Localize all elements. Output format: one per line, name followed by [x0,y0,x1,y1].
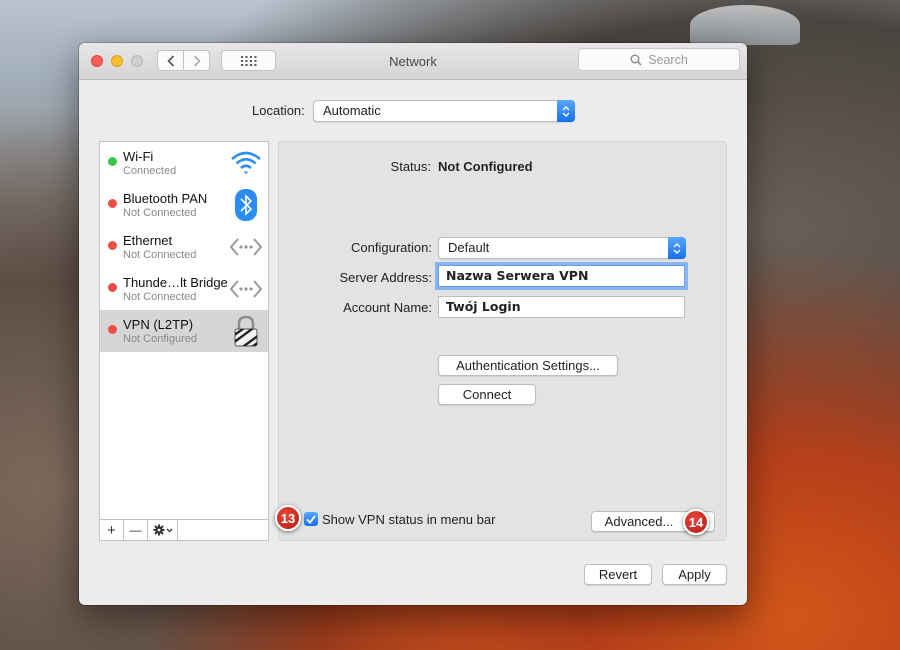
status-dot [108,199,117,208]
add-service-button[interactable]: + [100,520,124,540]
updown-chevron-icon [557,100,575,122]
service-name: Ethernet [123,233,173,248]
service-name: Thunde…lt Bridge [123,275,228,290]
apply-button[interactable]: Apply [662,564,727,585]
bluetooth-icon [230,189,262,221]
service-item-wifi[interactable]: Wi-Fi Connected [100,142,268,184]
status-dot [108,325,117,334]
annotation-badge-13: 13 [275,505,301,531]
service-status: Connected [123,165,177,177]
checkmark-icon [306,514,316,524]
status-value: Not Configured [438,159,533,174]
network-preferences-window: Network Search Location: Automatic Wi-Fi… [79,43,747,605]
service-name: Bluetooth PAN [123,191,208,206]
location-value: Automatic [323,103,381,118]
authentication-settings-button[interactable]: Authentication Settings... [438,355,618,376]
updown-chevron-icon [668,237,686,259]
show-vpn-status-checkbox[interactable] [304,512,318,526]
service-item-ethernet[interactable]: Ethernet Not Connected [100,226,268,268]
service-status: Not Connected [123,249,197,261]
configuration-popup[interactable]: Default [438,237,686,259]
advanced-button-label: Advanced... [604,514,674,529]
wallpaper-snowcap [690,5,800,45]
location-popup[interactable]: Automatic [313,100,575,122]
service-item-bluetooth-pan[interactable]: Bluetooth PAN Not Connected [100,184,268,226]
service-status: Not Connected [123,207,197,219]
server-address-label: Server Address: [339,270,433,285]
configuration-value: Default [448,240,490,255]
service-status: Not Configured [123,333,197,345]
account-name-label: Account Name: [343,300,432,315]
remove-service-button[interactable]: — [124,520,148,540]
service-name: Wi-Fi [123,149,154,164]
revert-button[interactable]: Revert [584,564,652,585]
minus-icon: — [129,523,142,537]
status-dot [108,241,117,250]
vpn-lock-icon [230,315,262,347]
title-bar: Network Search [79,43,747,80]
annotation-badge-14: 14 [683,509,709,535]
service-item-vpn-l2tp[interactable]: VPN (L2TP) Not Configured [100,310,268,352]
detail-panel [278,141,727,541]
thunderbolt-bridge-icon [230,273,262,305]
account-name-field[interactable]: Twój Login [438,296,685,318]
status-dot [108,283,117,292]
search-icon [630,54,642,66]
service-item-thunderbolt-bridge[interactable]: Thunde…lt Bridge Not Connected [100,268,268,310]
server-address-field[interactable]: Nazwa Serwera VPN [438,265,685,287]
status-label: Status: [390,159,431,174]
gear-icon [153,524,172,536]
search-field[interactable]: Search [578,48,740,71]
ethernet-icon [230,231,262,263]
service-name: VPN (L2TP) [123,317,194,332]
plus-icon: + [107,521,116,539]
wifi-icon [230,147,262,179]
connect-button[interactable]: Connect [438,384,536,405]
location-label: Location: [252,103,305,118]
service-list: Wi-Fi Connected Bluetooth PAN Not Connec… [99,141,269,541]
service-status: Not Connected [123,291,197,303]
search-placeholder: Search [648,52,688,67]
status-dot [108,157,117,166]
service-list-toolbar: + — [100,519,268,540]
show-vpn-status-label: Show VPN status in menu bar [322,512,496,527]
configuration-label: Configuration: [351,240,432,255]
service-actions-button[interactable] [148,520,178,540]
